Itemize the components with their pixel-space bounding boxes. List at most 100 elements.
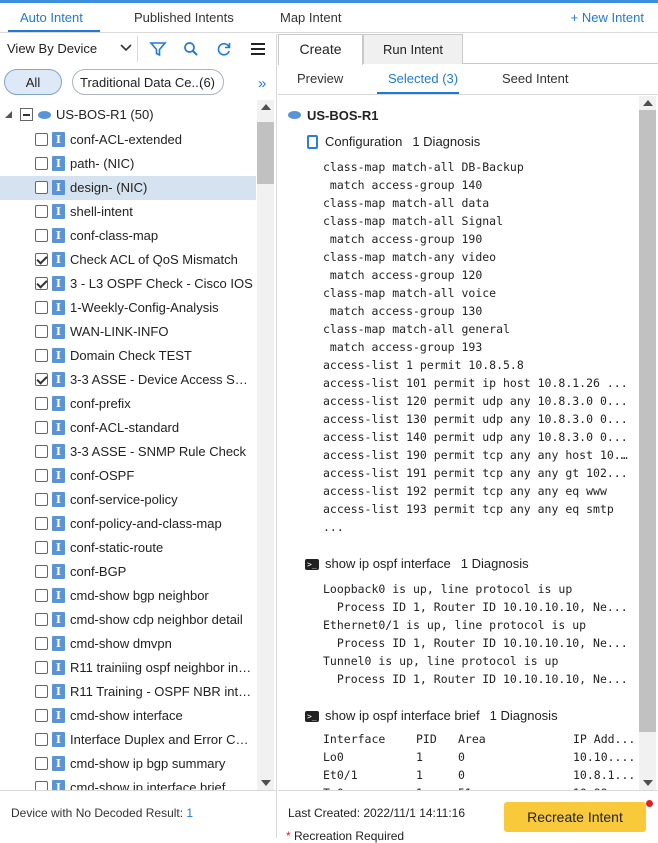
intent-row[interactable]: I Interface Duplex and Error Check	[0, 728, 256, 752]
expand-panel-icon[interactable]: »	[258, 75, 266, 92]
intent-checkbox[interactable]	[35, 277, 48, 290]
intent-row[interactable]: Icmd-show bgp neighbor	[0, 584, 256, 608]
intent-row[interactable]: Icmd-show ip interface brief	[0, 776, 256, 790]
left-scrollbar[interactable]	[257, 100, 274, 790]
intent-row[interactable]: Iconf-service-policy	[0, 488, 256, 512]
tab-published-intents[interactable]: Published Intents	[134, 10, 234, 25]
intent-checkbox[interactable]	[35, 613, 48, 626]
code-block: Loopback0 is up, line protocol is up Pro…	[323, 580, 628, 688]
recreate-intent-button[interactable]: Recreate Intent	[504, 802, 646, 832]
scroll-thumb[interactable]	[639, 110, 656, 732]
collapse-triangle-icon[interactable]	[4, 110, 13, 119]
code-line: access-list 101 permit ip host 10.8.1.26…	[323, 376, 628, 390]
intent-checkbox[interactable]	[35, 397, 48, 410]
intent-row[interactable]: Iconf-static-route	[0, 536, 256, 560]
tree-root-label: US-BOS-R1 (50)	[56, 107, 154, 122]
intent-row[interactable]: Iconf-BGP	[0, 560, 256, 584]
subtab-preview[interactable]: Preview	[297, 71, 343, 86]
scroll-down-arrow-icon[interactable]	[643, 780, 653, 786]
root-partial-checkbox[interactable]	[20, 108, 33, 121]
intent-checkbox[interactable]	[35, 565, 48, 578]
intent-checkbox[interactable]	[35, 133, 48, 146]
intent-checkbox[interactable]	[35, 757, 48, 770]
intent-checkbox[interactable]	[35, 445, 48, 458]
intent-checkbox[interactable]	[35, 421, 48, 434]
scroll-thumb[interactable]	[257, 122, 274, 184]
code-line: match access-group 120	[323, 268, 483, 282]
chevron-down-icon	[120, 44, 132, 52]
intent-row[interactable]: I 3-3 ASSE - Device Access Security	[0, 368, 256, 392]
code-line: access-list 192 permit tcp any any eq ww…	[323, 484, 607, 498]
scroll-up-arrow-icon[interactable]	[643, 100, 653, 106]
pill-all[interactable]: All	[4, 69, 62, 95]
intent-checkbox[interactable]	[35, 205, 48, 218]
intent-row[interactable]: I 1-Weekly-Config-Analysis	[0, 296, 256, 320]
right-scrollbar[interactable]	[639, 96, 656, 790]
intent-row[interactable]: I Check ACL of QoS Mismatch	[0, 248, 256, 272]
intent-checkbox[interactable]	[35, 589, 48, 602]
intent-checkbox[interactable]	[35, 373, 48, 386]
pill-traditional-data-center[interactable]: Traditional Data Ce... (6)	[72, 69, 224, 95]
intent-row[interactable]: I 3 - L3 OSPF Check - Cisco IOS	[0, 272, 256, 296]
tab-map-intent[interactable]: Map Intent	[280, 10, 341, 25]
no-decoded-count-link[interactable]: 1	[186, 806, 193, 820]
intent-checkbox[interactable]	[35, 493, 48, 506]
intent-row[interactable]: I R11 trainiing ospf neighbor intent	[0, 656, 256, 680]
filter-icon[interactable]	[149, 40, 167, 58]
intent-row[interactable]: Iconf-policy-and-class-map	[0, 512, 256, 536]
refresh-icon[interactable]	[215, 40, 233, 58]
intent-checkbox[interactable]	[35, 157, 48, 170]
intent-checkbox[interactable]	[35, 325, 48, 338]
intent-checkbox[interactable]	[35, 229, 48, 242]
intent-row[interactable]: Iconf-class-map	[0, 224, 256, 248]
code-line: access-list 120 permit udp any 10.8.3.0 …	[323, 394, 628, 408]
intent-row[interactable]: I Domain Check TEST	[0, 344, 256, 368]
subtab-seed-intent[interactable]: Seed Intent	[502, 71, 569, 86]
tab-create[interactable]: Create	[278, 34, 363, 65]
intent-row[interactable]: Iconf-prefix	[0, 392, 256, 416]
subtab-selected[interactable]: Selected (3)	[388, 71, 458, 86]
scroll-up-arrow-icon[interactable]	[261, 104, 271, 110]
intent-checkbox[interactable]	[35, 661, 48, 674]
intent-checkbox[interactable]	[35, 781, 48, 790]
scroll-down-arrow-icon[interactable]	[261, 780, 271, 786]
intent-checkbox[interactable]	[35, 349, 48, 362]
section-header: show ip ospf interface brief 1 Diagnosis	[325, 708, 558, 723]
intent-checkbox[interactable]	[35, 685, 48, 698]
intent-checkbox[interactable]	[35, 709, 48, 722]
intent-row[interactable]: I WAN-LINK-INFO	[0, 320, 256, 344]
intent-row[interactable]: Iconf-ACL-standard	[0, 416, 256, 440]
intent-label: 3 - L3 OSPF Check - Cisco IOS	[70, 276, 253, 291]
intent-checkbox[interactable]	[35, 517, 48, 530]
intent-checkbox[interactable]	[35, 637, 48, 650]
intent-checkbox[interactable]	[35, 181, 48, 194]
intent-row[interactable]: Idesign- (NIC)	[0, 176, 256, 200]
intent-row[interactable]: Ishell-intent	[0, 200, 256, 224]
intent-row[interactable]: Icmd-show dmvpn	[0, 632, 256, 656]
intent-row[interactable]: Icmd-show cdp neighbor detail	[0, 608, 256, 632]
intent-row[interactable]: Iconf-OSPF	[0, 464, 256, 488]
intent-row[interactable]: I R11 Training - OSPF NBR interface	[0, 680, 256, 704]
intent-checkbox[interactable]	[35, 541, 48, 554]
view-by-select[interactable]: View By Device	[4, 36, 138, 62]
tab-run-intent[interactable]: Run Intent	[363, 34, 463, 64]
intent-checkbox[interactable]	[35, 733, 48, 746]
table-header-cell: Interface	[323, 732, 386, 746]
intent-row[interactable]: Iconf-ACL-extended	[0, 128, 256, 152]
intent-row[interactable]: Icmd-show ip bgp summary	[0, 752, 256, 776]
intent-checkbox[interactable]	[35, 301, 48, 314]
intent-row[interactable]: I 3-3 ASSE - SNMP Rule Check	[0, 440, 256, 464]
intent-checkbox[interactable]	[35, 253, 48, 266]
tab-auto-intent[interactable]: Auto Intent	[20, 10, 83, 25]
tree-root-device[interactable]: US-BOS-R1 (50)	[0, 104, 256, 126]
create-run-tabs: Create Run Intent	[278, 34, 658, 65]
table-header: Interface PID Area IP Add...	[323, 732, 635, 750]
code-line: Loopback0 is up, line protocol is up	[323, 582, 573, 596]
intent-row[interactable]: Ipath- (NIC)	[0, 152, 256, 176]
intent-badge-icon: I	[52, 420, 65, 435]
intent-checkbox[interactable]	[35, 469, 48, 482]
intent-row[interactable]: Icmd-show interface	[0, 704, 256, 728]
new-intent-link[interactable]: + New Intent	[571, 10, 644, 25]
menu-icon[interactable]	[249, 40, 267, 58]
search-icon[interactable]	[182, 40, 200, 58]
